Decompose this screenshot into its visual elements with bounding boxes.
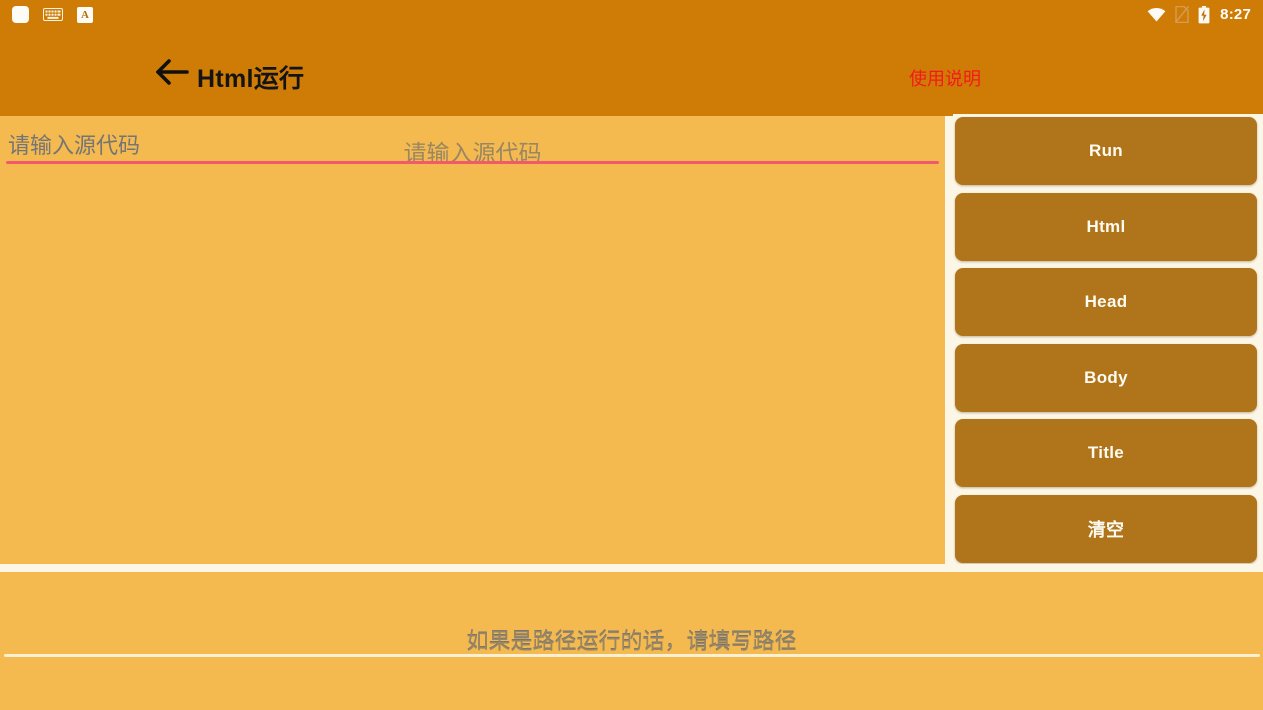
status-bar-left-group: A — [12, 6, 93, 23]
app-root: A 8:27 Html运行 使用说明 请输入源代码 Run Html Head … — [0, 0, 1263, 710]
wifi-icon — [1147, 7, 1166, 22]
sim-card-off-icon — [1175, 6, 1190, 23]
status-bar-right-group: 8:27 — [1147, 5, 1251, 24]
html-button[interactable]: Html — [955, 192, 1257, 261]
input-method-a-icon: A — [77, 6, 93, 23]
title-button[interactable]: Title — [955, 419, 1257, 488]
source-code-editor-panel: 请输入源代码 — [0, 116, 945, 564]
back-arrow-icon[interactable] — [155, 57, 189, 87]
app-header-bar: Html运行 使用说明 — [0, 29, 1263, 118]
path-input-panel: 如果是路径运行的话，请填写路径 — [0, 572, 1263, 710]
system-status-bar: A 8:27 — [0, 0, 1263, 29]
head-button[interactable]: Head — [955, 268, 1257, 337]
path-input[interactable] — [0, 572, 1263, 710]
source-code-underline — [6, 161, 939, 164]
editor-buttons-divider — [945, 116, 953, 564]
status-bar-clock: 8:27 — [1220, 6, 1251, 23]
usage-instructions-link[interactable]: 使用说明 — [909, 65, 981, 91]
panel-divider — [0, 564, 1263, 572]
source-code-input[interactable] — [0, 116, 945, 564]
page-title: Html运行 — [197, 65, 305, 93]
app-placeholder-icon — [12, 6, 29, 23]
body-button[interactable]: Body — [955, 343, 1257, 412]
run-button[interactable]: Run — [955, 117, 1257, 185]
keyboard-icon — [43, 8, 63, 21]
path-input-underline — [4, 654, 1260, 657]
tag-buttons-panel: Run Html Head Body Title 清空 — [953, 114, 1263, 566]
clear-button[interactable]: 清空 — [955, 494, 1257, 563]
battery-charging-icon — [1198, 5, 1210, 24]
